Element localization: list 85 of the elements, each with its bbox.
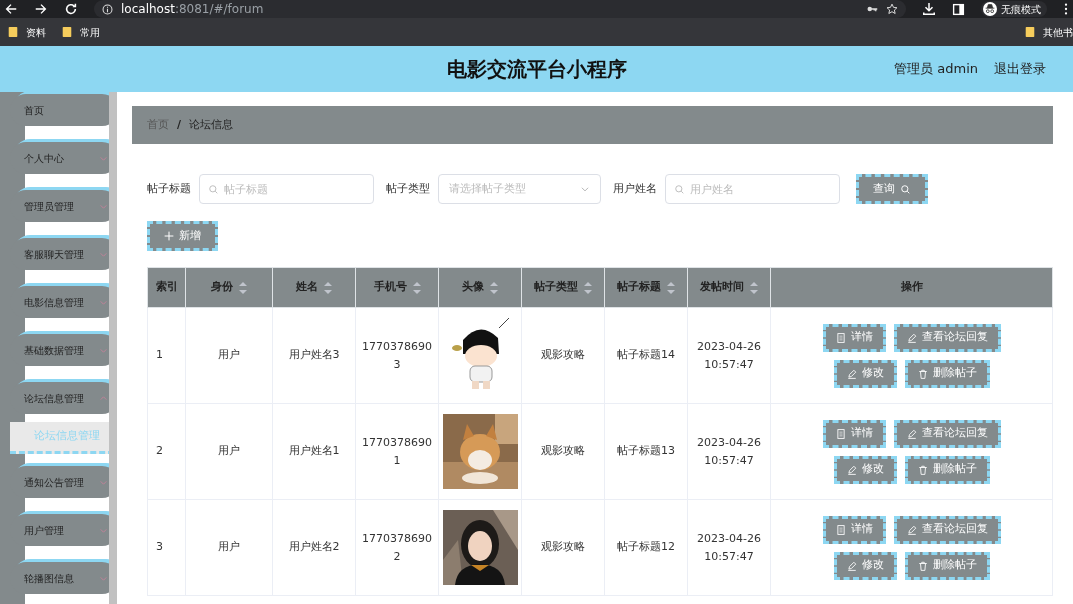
- search-icon: [208, 184, 219, 195]
- table-cell: 观影攻略: [541, 348, 585, 362]
- pen-icon: [906, 428, 917, 439]
- breadcrumb-item: 论坛信息: [189, 116, 234, 133]
- breadcrumb-separator: /: [177, 116, 182, 133]
- table-cell: 观影攻略: [541, 444, 585, 458]
- pen-icon: [846, 464, 857, 475]
- delete-button[interactable]: 删除帖子: [904, 359, 990, 388]
- view-replies-button[interactable]: 查看论坛回复: [893, 323, 1001, 352]
- table-cell-text: 2023-04-26 10:57:47: [697, 530, 761, 565]
- reload-icon[interactable]: [64, 2, 78, 16]
- view-replies-button[interactable]: 查看论坛回复: [893, 515, 1001, 544]
- pen-icon: [906, 524, 917, 535]
- detail-button[interactable]: 详情: [822, 419, 886, 448]
- pen-icon: [846, 368, 857, 379]
- view-replies-button[interactable]: 查看论坛回复: [893, 419, 1001, 448]
- search-icon: [900, 183, 911, 195]
- trash-icon: [917, 464, 928, 475]
- table-cell: 2: [156, 444, 163, 458]
- search-button[interactable]: 查询: [856, 174, 928, 204]
- table-cell: 1: [156, 348, 163, 362]
- table-cell-text: 17703786902: [362, 530, 432, 565]
- delete-button[interactable]: 删除帖子: [904, 551, 990, 580]
- folder-icon: [1025, 26, 1035, 38]
- incognito-icon[interactable]: [983, 2, 997, 16]
- search-field[interactable]: 用户姓名: [665, 174, 840, 204]
- column-header: 操作: [900, 279, 923, 296]
- table-cell: 3: [156, 540, 163, 554]
- table-cell-text: 17703786903: [362, 338, 432, 373]
- table-cell-text: 2023-04-26 10:57:47: [697, 338, 761, 373]
- forward-icon[interactable]: [34, 2, 48, 16]
- document-icon: [835, 524, 846, 535]
- bookmark[interactable]: 资料: [8, 24, 46, 40]
- folder-icon: [8, 26, 18, 38]
- incognito-label: 无痕模式: [1001, 2, 1041, 17]
- filter-label: 帖子标题: [147, 180, 191, 197]
- table-cell: 帖子标题14: [617, 348, 675, 362]
- chevron-icon: [580, 184, 590, 194]
- filter-label: 用户姓名: [613, 180, 657, 197]
- logout-link[interactable]: 退出登录: [994, 59, 1046, 79]
- star-icon[interactable]: [886, 3, 898, 15]
- column-header[interactable]: 头像: [462, 279, 484, 296]
- table-cell-text: 2023-04-26 10:57:47: [697, 434, 761, 469]
- trash-icon: [917, 560, 928, 571]
- column-header: 索引: [155, 279, 178, 296]
- column-header[interactable]: 姓名: [296, 279, 318, 296]
- document-icon: [835, 428, 846, 439]
- address-url[interactable]: localhost:8081/#/forum: [121, 0, 264, 19]
- trash-icon: [917, 368, 928, 379]
- more-icon[interactable]: [1063, 2, 1069, 16]
- side-panel-icon[interactable]: [952, 2, 965, 16]
- back-icon[interactable]: [4, 2, 18, 16]
- column-header[interactable]: 身份: [211, 279, 233, 296]
- delete-button[interactable]: 删除帖子: [904, 455, 990, 484]
- bookmark[interactable]: 其他书: [1025, 24, 1073, 40]
- app-title: 电影交流平台小程序: [446, 57, 627, 81]
- info-icon: [102, 3, 113, 15]
- plus-icon: [164, 231, 174, 241]
- pen-icon: [906, 332, 917, 343]
- folder-icon: [62, 26, 72, 38]
- add-button[interactable]: 新增: [147, 221, 218, 251]
- search-icon: [674, 184, 685, 195]
- table-cell: 用户姓名3: [288, 348, 340, 362]
- edit-button[interactable]: 修改: [833, 551, 897, 580]
- table-cell-text: 17703786901: [362, 434, 432, 469]
- column-header[interactable]: 手机号: [373, 279, 407, 296]
- bookmark[interactable]: 常用: [62, 24, 100, 40]
- document-icon: [835, 332, 846, 343]
- pen-icon: [846, 560, 857, 571]
- detail-button[interactable]: 详情: [822, 515, 886, 544]
- table-cell: 用户: [218, 444, 240, 458]
- table-cell: 观影攻略: [541, 540, 585, 554]
- table-cell: 用户姓名1: [288, 444, 340, 458]
- table-cell: 用户姓名2: [288, 540, 340, 554]
- detail-button[interactable]: 详情: [822, 323, 886, 352]
- table-cell: 用户: [218, 348, 240, 362]
- edit-button[interactable]: 修改: [833, 455, 897, 484]
- table-cell: 帖子标题13: [617, 444, 675, 458]
- admin-user-label: 管理员 admin: [894, 60, 978, 79]
- edit-button[interactable]: 修改: [833, 359, 897, 388]
- search-field[interactable]: 帖子标题: [199, 174, 374, 204]
- table-cell: 帖子标题12: [617, 540, 675, 554]
- filter-label: 帖子类型: [386, 180, 430, 197]
- table-cell: 用户: [218, 540, 240, 554]
- download-icon[interactable]: [922, 2, 936, 16]
